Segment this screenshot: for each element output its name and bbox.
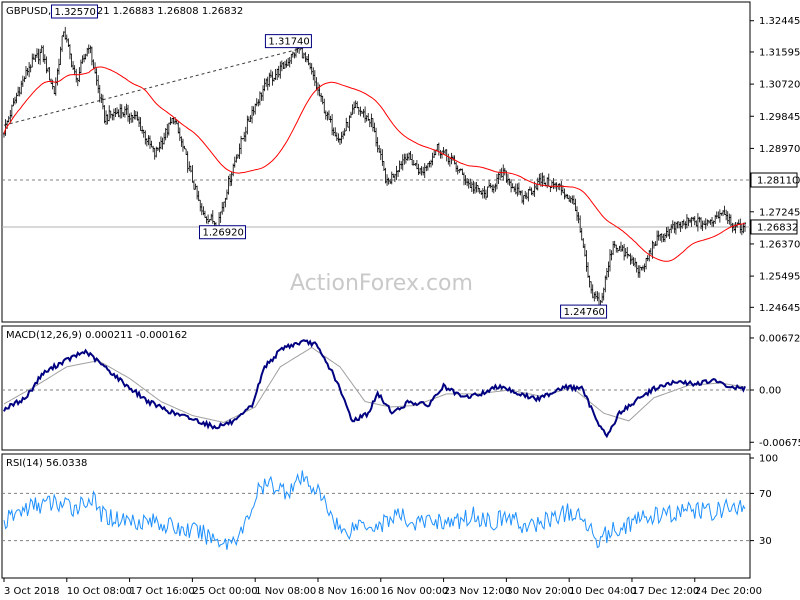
x-tick-label: 17 Dec 12:00 bbox=[632, 586, 699, 597]
annotation-label: 1.24760 bbox=[564, 307, 605, 318]
rsi-tick-label: 30 bbox=[759, 536, 772, 547]
macd-tick-label: -0.006758 bbox=[759, 438, 800, 449]
x-tick-label: 16 Nov 00:00 bbox=[381, 586, 448, 597]
gbpusd-h4-chart: ActionForex.com GBPUSD,H4 1.26821 1.2688… bbox=[0, 0, 800, 600]
rsi-panel-title: RSI(14) 56.0338 bbox=[6, 458, 87, 469]
x-tick-label: 10 Dec 04:00 bbox=[569, 586, 636, 597]
x-tick-label: 30 Nov 20:00 bbox=[506, 586, 573, 597]
watermark: ActionForex.com bbox=[290, 271, 473, 296]
macd-panel-title: MACD(12,26,9) 0.000211 -0.000162 bbox=[6, 330, 187, 341]
price-tag-label: 1.26832 bbox=[757, 222, 798, 233]
rsi-tick-label: 70 bbox=[759, 489, 772, 500]
annotation-label: 1.31740 bbox=[268, 37, 309, 48]
x-tick-label: 3 Oct 2018 bbox=[4, 586, 59, 597]
price-panel-title: GBPUSD,H4 1.26821 1.26883 1.26808 1.2683… bbox=[6, 6, 243, 17]
rsi-tick-label: 100 bbox=[759, 454, 778, 465]
price-tick-label: 1.27245 bbox=[759, 207, 800, 218]
x-tick-label: 10 Oct 08:00 bbox=[67, 586, 132, 597]
price-tick-label: 1.28970 bbox=[759, 144, 800, 155]
x-tick-label: 24 Dec 20:00 bbox=[695, 586, 762, 597]
price-tick-label: 1.29845 bbox=[759, 112, 800, 123]
price-tick-label: 1.32445 bbox=[759, 16, 800, 27]
price-tick-label: 1.24645 bbox=[759, 303, 800, 314]
price-tick-label: 1.30720 bbox=[759, 80, 800, 91]
x-tick-label: 8 Nov 16:00 bbox=[318, 586, 379, 597]
annotation-label: 1.26920 bbox=[202, 228, 243, 239]
x-tick-label: 25 Oct 00:00 bbox=[192, 586, 257, 597]
x-tick-label: 17 Oct 16:00 bbox=[130, 586, 195, 597]
x-tick-label: 1 Nov 08:00 bbox=[255, 586, 316, 597]
macd-tick-label: 0.00 bbox=[759, 386, 781, 397]
price-tag-label: 1.28110 bbox=[757, 176, 798, 187]
macd-tick-label: 0.006729 bbox=[759, 333, 800, 344]
price-tick-label: 1.25495 bbox=[759, 272, 800, 283]
price-tick-label: 1.31595 bbox=[759, 47, 800, 58]
price-tick-label: 1.26370 bbox=[759, 239, 800, 250]
chart-background bbox=[0, 0, 800, 600]
annotation-label: 1.32570 bbox=[54, 7, 95, 18]
x-tick-label: 23 Nov 12:00 bbox=[444, 586, 511, 597]
